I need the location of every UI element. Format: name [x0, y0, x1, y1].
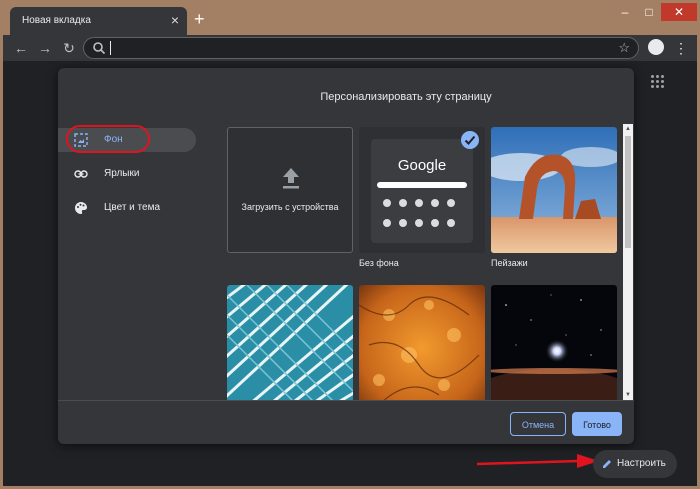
tab-close-icon[interactable]: × — [171, 13, 179, 27]
architecture-image — [227, 285, 353, 400]
annotation-red-arrow — [476, 454, 599, 468]
new-tab-page: Персонализировать эту страницу Фон Ярлык… — [3, 61, 697, 486]
architecture-tile[interactable] — [227, 285, 353, 400]
scroll-thumb[interactable] — [625, 136, 631, 248]
upload-label: Загрузить с устройства — [241, 202, 339, 212]
no-background-preview: Google — [371, 139, 473, 243]
forward-button[interactable]: → — [35, 38, 55, 58]
background-collections-grid: Загрузить с устройства Google Без фона П… — [224, 124, 619, 400]
customize-label: Настроить — [617, 458, 666, 469]
texture-tile[interactable] — [359, 285, 485, 400]
pencil-icon — [603, 460, 611, 468]
text-cursor — [110, 41, 111, 55]
selected-check-icon — [461, 131, 479, 149]
apps-grid-icon[interactable] — [651, 75, 665, 89]
back-button[interactable]: ← — [11, 38, 31, 58]
search-icon — [93, 42, 106, 55]
tab-new-tab[interactable]: Новая вкладка × — [10, 7, 187, 35]
menu-kebab-icon[interactable]: ⋮ — [674, 39, 688, 57]
dialog-title: Персонализировать эту страницу — [320, 91, 492, 103]
minimize-button[interactable]: – — [613, 3, 637, 21]
tab-title: Новая вкладка — [22, 15, 91, 26]
palette-icon — [75, 202, 87, 214]
space-image — [491, 285, 617, 400]
profile-avatar-icon[interactable] — [648, 39, 664, 55]
browser-window: Новая вкладка × + – □ ✕ ← → ↻ ☆ ⋮ Персон… — [3, 3, 697, 486]
dialog-scrollbar[interactable]: ▲ ▼ — [623, 124, 633, 400]
link-icon — [74, 170, 88, 178]
sidebar-item-shortcuts[interactable]: Ярлыки — [58, 162, 196, 186]
no-background-tile[interactable]: Google — [359, 127, 485, 253]
dialog-footer-divider — [58, 400, 634, 401]
sidebar-item-label: Ярлыки — [104, 168, 140, 179]
tile-label: Без фона — [359, 258, 399, 268]
customize-dialog: Персонализировать эту страницу Фон Ярлык… — [58, 68, 634, 444]
sidebar-item-label: Цвет и тема — [104, 202, 161, 213]
texture-image — [359, 285, 485, 400]
maximize-button[interactable]: □ — [637, 3, 661, 21]
window-controls: – □ ✕ — [613, 3, 697, 23]
reload-button[interactable]: ↻ — [59, 38, 79, 58]
annotation-red-oval — [66, 125, 150, 153]
space-tile[interactable] — [491, 285, 617, 400]
landscape-image — [491, 127, 617, 253]
window-frame: Новая вкладка × + – □ ✕ ← → ↻ ☆ ⋮ Персон… — [0, 0, 700, 489]
browser-toolbar: ← → ↻ ☆ ⋮ — [3, 35, 697, 61]
google-logo-text: Google — [397, 157, 447, 174]
close-window-button[interactable]: ✕ — [661, 3, 697, 21]
customize-button[interactable]: Настроить — [593, 450, 677, 478]
bookmark-star-icon[interactable]: ☆ — [618, 40, 630, 56]
sidebar-item-color-theme[interactable]: Цвет и тема — [58, 196, 196, 220]
tile-label: Пейзажи — [491, 258, 528, 268]
scroll-up-icon[interactable]: ▲ — [623, 124, 633, 134]
upload-icon — [283, 168, 299, 189]
upload-tile[interactable]: Загрузить с устройства — [227, 127, 353, 253]
search-bar-preview — [377, 182, 467, 188]
landscapes-tile[interactable] — [491, 127, 617, 253]
cancel-button[interactable]: Отмена — [510, 412, 566, 436]
sidebar-item-background[interactable]: Фон — [58, 125, 196, 153]
new-tab-button[interactable]: + — [194, 10, 205, 28]
scroll-down-icon[interactable]: ▼ — [623, 390, 633, 400]
address-bar[interactable]: ☆ — [83, 37, 639, 59]
address-input[interactable] — [110, 40, 590, 56]
tab-strip: Новая вкладка × + – □ ✕ — [3, 3, 697, 35]
done-button[interactable]: Готово — [572, 412, 622, 436]
shortcut-dots-preview — [383, 199, 463, 227]
